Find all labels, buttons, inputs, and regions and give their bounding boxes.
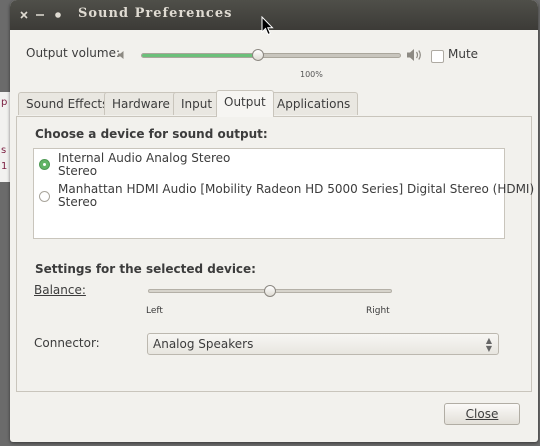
connector-selected-value: Analog Speakers xyxy=(153,337,254,351)
output-volume-label: Output volume: xyxy=(26,46,120,60)
connector-dropdown[interactable]: Analog Speakers ▲ ▼ xyxy=(147,333,499,355)
device-name: Internal Audio Analog Stereo xyxy=(58,151,231,165)
device-profile: Stereo xyxy=(58,195,98,209)
sound-preferences-window: Sound Preferences Output volume: Mute 10… xyxy=(10,0,538,442)
background-text-fragment: 1 xyxy=(1,161,8,172)
device-settings-heading: Settings for the selected device: xyxy=(35,262,256,276)
output-device-list: Internal Audio Analog Stereo Stereo Manh… xyxy=(33,148,534,239)
volume-percent: 100% xyxy=(300,70,323,79)
tab-hardware[interactable]: Hardware xyxy=(104,92,178,115)
connector-label: Connector: xyxy=(34,336,100,350)
volume-fill xyxy=(142,54,259,57)
close-button[interactable]: Close xyxy=(444,403,520,425)
tab-sound-effects[interactable]: Sound Effects xyxy=(18,92,117,115)
choose-device-heading: Choose a device for sound output: xyxy=(35,127,268,141)
tab-output[interactable]: Output xyxy=(216,90,274,117)
device-profile: Stereo xyxy=(58,164,98,178)
tab-input[interactable]: Input xyxy=(173,92,221,115)
balance-label: Balance: xyxy=(34,283,86,297)
minimize-icon[interactable] xyxy=(32,7,48,23)
speaker-high-icon xyxy=(407,49,421,61)
mute-label[interactable]: Mute xyxy=(448,47,478,61)
dropdown-arrow-icon: ▲ ▼ xyxy=(485,336,492,353)
window-title: Sound Preferences xyxy=(78,6,233,21)
balance-left-label: Left xyxy=(146,306,163,316)
balance-slider-handle[interactable] xyxy=(264,285,276,297)
mute-checkbox[interactable] xyxy=(431,50,444,63)
device-item-hdmi-audio[interactable]: Manhattan HDMI Audio [Mobility Radeon HD… xyxy=(34,179,534,209)
speaker-low-icon xyxy=(118,51,124,59)
output-volume-slider[interactable] xyxy=(141,53,401,58)
device-radio-selected[interactable] xyxy=(39,159,50,170)
device-item-internal-audio[interactable]: Internal Audio Analog Stereo Stereo xyxy=(34,149,504,179)
mouse-pointer-icon xyxy=(261,16,274,36)
maximize-icon[interactable] xyxy=(50,7,66,23)
device-radio[interactable] xyxy=(39,191,50,202)
tab-applications[interactable]: Applications xyxy=(269,92,359,115)
volume-slider-handle[interactable] xyxy=(252,49,264,61)
background-text-fragment: p xyxy=(1,97,8,108)
close-button-label: Close xyxy=(465,407,499,421)
background-text-fragment: s xyxy=(1,145,7,156)
close-icon[interactable] xyxy=(16,7,32,23)
balance-right-label: Right xyxy=(366,306,390,316)
device-name: Manhattan HDMI Audio [Mobility Radeon HD… xyxy=(58,182,535,196)
